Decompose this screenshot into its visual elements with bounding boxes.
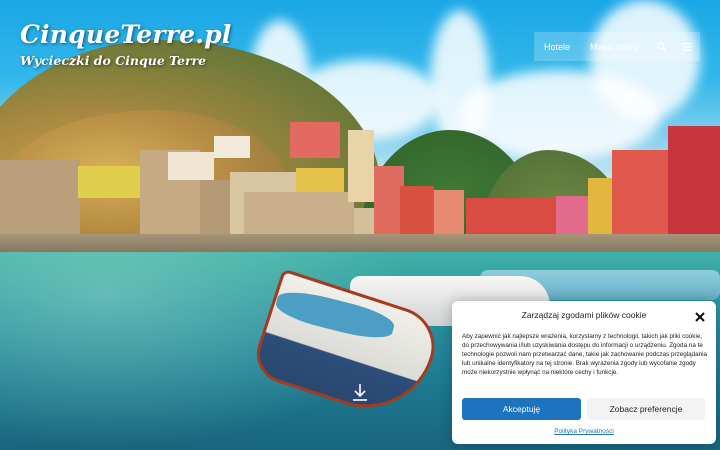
cookie-consent-dialog: Zarządzaj zgodami plików cookie Aby zape…	[452, 301, 716, 444]
close-icon[interactable]	[695, 309, 705, 322]
nav-link-hotele[interactable]: Hotele	[534, 42, 580, 52]
search-icon[interactable]	[650, 32, 675, 61]
privacy-policy-link[interactable]: Polityka Prywatności	[452, 428, 716, 435]
site-logo[interactable]: CinqueTerre.pl Wycieczki do Cinque Terre	[20, 20, 232, 68]
nav-link-mapa-strony[interactable]: Mapa strony	[580, 42, 650, 52]
arrow-down-icon[interactable]	[352, 383, 368, 401]
building	[296, 168, 344, 192]
building	[214, 136, 250, 158]
accept-button[interactable]: Akceptuję	[462, 398, 581, 420]
main-navigation: Hotele Mapa strony	[534, 32, 700, 61]
building	[668, 126, 720, 246]
cookie-dialog-text: Aby zapewnić jak najlepsze wrażenia, kor…	[462, 333, 708, 376]
building	[290, 122, 340, 158]
building	[78, 166, 140, 198]
site-title[interactable]: CinqueTerre.pl	[20, 20, 232, 49]
view-preferences-button[interactable]: Zobacz preferencje	[587, 398, 705, 420]
building	[612, 150, 672, 246]
site-tagline: Wycieczki do Cinque Terre	[20, 53, 207, 68]
church-tower	[348, 130, 374, 202]
menu-icon[interactable]	[675, 32, 700, 61]
cookie-dialog-title: Zarządzaj zgodami plików cookie	[521, 310, 647, 320]
building	[168, 152, 214, 180]
harbour-wall	[0, 234, 720, 254]
